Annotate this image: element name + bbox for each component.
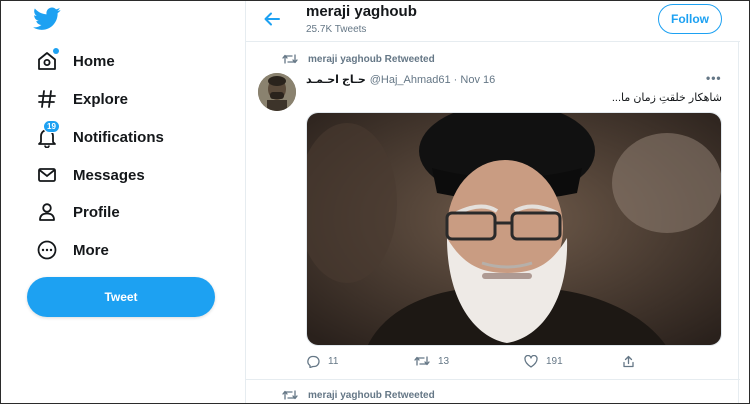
heart-icon bbox=[524, 355, 538, 368]
tweet-actions: 11 13 191 bbox=[306, 355, 634, 371]
sidebar-item-label: Notifications bbox=[73, 128, 164, 146]
retweet-count: 13 bbox=[438, 355, 450, 367]
sidebar-item-label: Explore bbox=[73, 90, 129, 108]
sidebar-item-profile[interactable]: Profile bbox=[27, 194, 120, 230]
hashtag-icon bbox=[29, 81, 65, 117]
home-unread-dot bbox=[53, 48, 59, 54]
sidebar-item-notifications[interactable]: 19 Notifications bbox=[27, 119, 164, 155]
more-circle-icon bbox=[29, 232, 65, 268]
tweet-author: حـاج احـمـد @Haj_Ahmad61 · Nov 16 bbox=[306, 73, 496, 87]
tweet-text: شاهکار خلقتِ زمان ما... bbox=[611, 92, 722, 104]
sidebar-item-label: Home bbox=[73, 52, 115, 70]
more-options-icon[interactable]: ••• bbox=[706, 71, 722, 85]
retweet-label: meraji yaghoub Retweeted bbox=[308, 53, 435, 65]
profile-header: meraji yaghoub 25.7K Tweets Follow bbox=[246, 1, 740, 42]
sidebar-item-label: More bbox=[73, 241, 109, 259]
retweet-button[interactable]: 13 bbox=[414, 355, 449, 367]
sidebar-item-more[interactable]: More bbox=[27, 232, 109, 268]
notification-badge: 19 bbox=[43, 120, 60, 133]
tweet-media-image[interactable] bbox=[306, 112, 722, 346]
sidebar-item-explore[interactable]: Explore bbox=[27, 81, 128, 117]
author-handle-date[interactable]: @Haj_Ahmad61 · Nov 16 bbox=[370, 74, 496, 86]
like-count: 191 bbox=[546, 356, 563, 367]
sidebar-item-label: Profile bbox=[73, 203, 120, 221]
sidebar: Home Explore 19 Notifications Messages P… bbox=[1, 1, 245, 403]
retweet-context: meraji yaghoub Retweeted bbox=[282, 53, 435, 65]
tweet-count: 25.7K Tweets bbox=[306, 24, 367, 35]
app-frame: Home Explore 19 Notifications Messages P… bbox=[0, 0, 750, 404]
like-button[interactable]: 191 bbox=[524, 355, 563, 368]
profile-name: meraji yaghoub bbox=[306, 3, 417, 20]
person-icon bbox=[29, 194, 65, 230]
reply-icon bbox=[307, 355, 320, 368]
envelope-icon bbox=[29, 157, 65, 193]
retweet-icon bbox=[282, 390, 298, 400]
sidebar-item-label: Messages bbox=[73, 166, 145, 184]
retweet-icon bbox=[414, 356, 430, 366]
share-button[interactable] bbox=[622, 355, 643, 368]
home-icon bbox=[29, 43, 65, 79]
tweet-button[interactable]: Tweet bbox=[27, 277, 215, 317]
retweet-context: meraji yaghoub Retweeted bbox=[282, 389, 435, 401]
avatar[interactable] bbox=[258, 73, 296, 111]
author-name[interactable]: حـاج احـمـد bbox=[306, 73, 366, 86]
reply-count: 11 bbox=[328, 356, 339, 367]
profile-timeline: meraji yaghoub 25.7K Tweets Follow meraj… bbox=[245, 1, 740, 403]
bell-icon: 19 bbox=[29, 119, 65, 155]
tweet-divider bbox=[246, 379, 740, 380]
retweet-label: meraji yaghoub Retweeted bbox=[308, 389, 435, 401]
follow-button[interactable]: Follow bbox=[658, 4, 722, 34]
sidebar-item-home[interactable]: Home bbox=[27, 43, 115, 79]
retweet-icon bbox=[282, 54, 298, 64]
sidebar-item-messages[interactable]: Messages bbox=[27, 157, 145, 193]
reply-button[interactable]: 11 bbox=[306, 355, 338, 368]
share-icon bbox=[623, 355, 634, 368]
back-arrow-icon[interactable] bbox=[262, 9, 282, 29]
twitter-bird-icon[interactable] bbox=[33, 7, 61, 31]
